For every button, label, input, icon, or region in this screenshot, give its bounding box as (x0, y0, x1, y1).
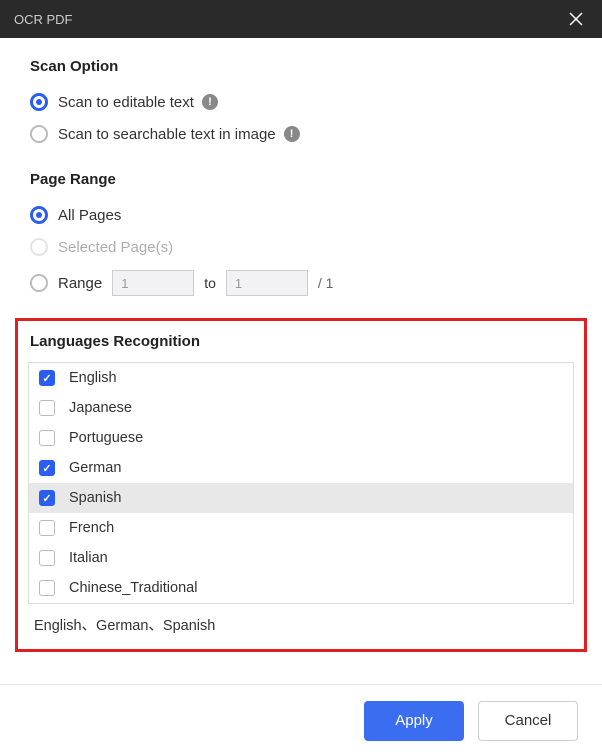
dialog-content: Scan Option Scan to editable text ! Scan… (0, 38, 602, 296)
range-total: / 1 (318, 275, 334, 291)
range-to-input[interactable] (226, 270, 308, 296)
dialog-footer: Apply Cancel (0, 684, 602, 756)
radio-icon (30, 206, 48, 224)
language-label: Italian (69, 550, 108, 566)
checkbox-icon[interactable] (39, 580, 55, 596)
radio-scan-editable[interactable]: Scan to editable text ! (30, 93, 572, 111)
radio-label: Range (58, 275, 102, 292)
language-item[interactable]: ✓ German (29, 453, 573, 483)
dialog-title: OCR PDF (14, 12, 73, 27)
language-item[interactable]: Portuguese (29, 423, 573, 453)
language-item[interactable]: Japanese (29, 393, 573, 423)
checkbox-icon[interactable] (39, 550, 55, 566)
language-item[interactable]: ✓ Spanish (29, 483, 573, 513)
languages-list[interactable]: ✓ English Japanese Portuguese ✓ German ✓ Spanis… (29, 363, 573, 603)
language-label: German (69, 460, 121, 476)
languages-section: Languages Recognition ✓ English Japanese Po… (15, 318, 587, 652)
language-item[interactable]: Chinese_Traditional (29, 573, 573, 603)
language-label: Chinese_Traditional (69, 580, 197, 596)
scan-option-heading: Scan Option (30, 58, 572, 75)
radio-label: Selected Page(s) (58, 239, 173, 256)
language-label: Spanish (69, 490, 121, 506)
range-from-input[interactable] (112, 270, 194, 296)
info-icon[interactable]: ! (202, 94, 218, 110)
language-item[interactable]: Italian (29, 543, 573, 573)
languages-heading: Languages Recognition (28, 333, 574, 350)
language-label: English (69, 370, 117, 386)
cancel-button[interactable]: Cancel (478, 701, 578, 741)
radio-label: All Pages (58, 207, 121, 224)
checkbox-icon[interactable] (39, 400, 55, 416)
checkbox-icon[interactable]: ✓ (39, 490, 55, 506)
checkbox-icon[interactable] (39, 430, 55, 446)
radio-icon (30, 238, 48, 256)
radio-scan-searchable[interactable]: Scan to searchable text in image ! (30, 125, 572, 143)
language-item[interactable]: French (29, 513, 573, 543)
language-label: French (69, 520, 114, 536)
info-icon[interactable]: ! (284, 126, 300, 142)
close-icon[interactable] (564, 7, 588, 31)
checkbox-icon[interactable] (39, 520, 55, 536)
apply-button[interactable]: Apply (364, 701, 464, 741)
checkbox-icon[interactable]: ✓ (39, 370, 55, 386)
radio-icon (30, 274, 48, 292)
language-item[interactable]: ✓ English (29, 363, 573, 393)
radio-icon (30, 125, 48, 143)
page-range-heading: Page Range (30, 171, 572, 188)
language-label: Portuguese (69, 430, 143, 446)
language-label: Japanese (69, 400, 132, 416)
radio-all-pages[interactable]: All Pages (30, 206, 572, 224)
languages-summary: English、German、Spanish (28, 604, 574, 639)
radio-range[interactable]: Range to / 1 (30, 270, 572, 296)
radio-label: Scan to editable text (58, 94, 194, 111)
radio-selected-pages: Selected Page(s) (30, 238, 572, 256)
checkbox-icon[interactable]: ✓ (39, 460, 55, 476)
titlebar: OCR PDF (0, 0, 602, 38)
radio-icon (30, 93, 48, 111)
languages-list-container: ✓ English Japanese Portuguese ✓ German ✓ Spanis… (28, 362, 574, 604)
radio-label: Scan to searchable text in image (58, 126, 276, 143)
range-to-label: to (204, 275, 216, 291)
